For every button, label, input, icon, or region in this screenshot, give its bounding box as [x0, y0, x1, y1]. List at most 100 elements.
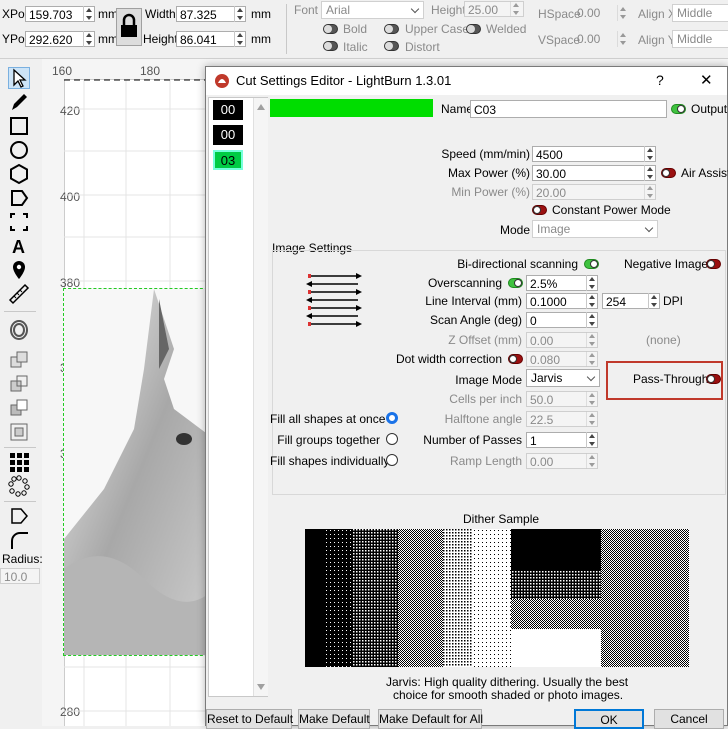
halftone-angle-spinner[interactable]	[586, 411, 598, 427]
negative-image-toggle[interactable]	[706, 259, 721, 269]
make-default-for-all-button[interactable]: Make Default for All	[378, 709, 483, 729]
weld-tool[interactable]	[8, 349, 30, 371]
min-power-field[interactable]: 20.00	[532, 184, 656, 200]
height-unit: mm	[251, 32, 271, 46]
distort-toggle[interactable]	[384, 41, 399, 51]
lock-aspect-button[interactable]	[116, 8, 142, 46]
dither-sample-title: Dither Sample	[463, 512, 540, 526]
close-button[interactable]: ✕	[700, 71, 713, 89]
alignx-select[interactable]: Middle	[672, 4, 728, 22]
dpi-spinner[interactable]	[648, 293, 660, 309]
draw-lines-tool[interactable]	[8, 91, 30, 113]
z-offset-spinner[interactable]	[586, 332, 598, 348]
layer-item-00-a[interactable]: 00	[213, 100, 243, 120]
negative-image-label: Negative Image	[624, 257, 709, 271]
image-mode-select[interactable]: Jarvis	[526, 369, 600, 387]
dot-width-toggle[interactable]	[508, 354, 523, 364]
ramp-length-label: Ramp Length	[449, 454, 522, 468]
passes-spinner[interactable]	[586, 432, 598, 448]
cells-per-inch-spinner[interactable]	[586, 391, 598, 407]
position-laser-tool[interactable]	[8, 211, 30, 233]
corner-bracket-icon	[10, 213, 28, 231]
min-power-spinner[interactable]	[644, 184, 656, 200]
fill-all-radio[interactable]	[386, 412, 398, 424]
radius-field[interactable]: 10.0	[0, 568, 40, 584]
hspace-spinner[interactable]	[617, 5, 629, 21]
air-assist-toggle[interactable]	[661, 168, 676, 178]
layer-item-00-b[interactable]: 00	[213, 125, 243, 145]
speed-field[interactable]: 4500	[532, 146, 656, 162]
line-interval-spinner[interactable]	[586, 293, 598, 309]
rectangle-tool[interactable]	[8, 115, 30, 137]
aligny-select[interactable]: Middle	[672, 30, 728, 48]
layer-item-03[interactable]: 03	[213, 150, 243, 170]
fill-groups-radio[interactable]	[386, 433, 398, 445]
max-power-field[interactable]: 30.00	[532, 165, 656, 181]
output-toggle[interactable]	[671, 104, 686, 114]
mode-select[interactable]: Image	[532, 220, 658, 238]
layer-list-scrollbar[interactable]	[253, 98, 268, 696]
text-a-icon: A	[12, 237, 25, 257]
italic-toggle[interactable]	[323, 41, 338, 51]
dot-width-spinner[interactable]	[586, 351, 598, 367]
subtract-tool[interactable]	[8, 397, 30, 419]
ellipse-tool[interactable]	[8, 139, 30, 161]
scan-angle-spinner[interactable]	[586, 312, 598, 328]
xpos-spinner[interactable]	[83, 6, 95, 22]
bold-toggle[interactable]	[323, 24, 338, 34]
ramp-length-spinner[interactable]	[586, 453, 598, 469]
italic-label: Italic	[343, 40, 368, 54]
edit-corners-tool[interactable]	[8, 505, 30, 527]
speed-spinner[interactable]	[644, 146, 656, 162]
intersect-shapes-icon	[10, 423, 28, 441]
grid-array-tool[interactable]	[8, 451, 30, 473]
max-power-label: Max Power (%)	[447, 166, 530, 180]
edit-nodes-tool[interactable]	[8, 187, 30, 209]
union-tool[interactable]	[8, 373, 30, 395]
circular-array-tool[interactable]	[8, 475, 30, 497]
dither-description-line2: choice for smooth shaded or photo images…	[393, 688, 624, 702]
width-spinner[interactable]	[234, 6, 246, 22]
vspace-spinner[interactable]	[617, 31, 629, 47]
select-tool[interactable]	[8, 67, 30, 89]
text-tool[interactable]: A	[8, 235, 30, 257]
polygon-tool[interactable]	[8, 163, 30, 185]
dot-width-label: Dot width correction	[395, 352, 502, 366]
cancel-button[interactable]: Cancel	[654, 709, 724, 729]
max-power-spinner[interactable]	[644, 165, 656, 181]
scroll-up-arrow-icon[interactable]	[257, 104, 265, 110]
pin-tool[interactable]	[8, 259, 30, 281]
canvas-image[interactable]	[63, 288, 213, 656]
scan-direction-icon	[306, 273, 362, 327]
hexagon-icon	[10, 163, 28, 185]
weld-shapes-icon	[10, 351, 28, 368]
help-button[interactable]: ?	[656, 72, 664, 88]
dialog-titlebar: Cut Settings Editor - LightBurn 1.3.01 ?…	[206, 67, 727, 95]
left-ruler	[42, 79, 65, 726]
ok-button[interactable]: OK	[574, 709, 644, 729]
welded-toggle[interactable]	[466, 24, 481, 34]
offset-tool[interactable]	[8, 319, 30, 341]
bidir-toggle[interactable]	[584, 259, 599, 269]
name-field[interactable]: C03	[470, 100, 667, 118]
ypos-spinner[interactable]	[83, 31, 95, 47]
scroll-down-arrow-icon[interactable]	[257, 684, 265, 690]
pass-through-toggle[interactable]	[706, 374, 721, 384]
toolbar-separator	[286, 4, 287, 54]
intersect-tool[interactable]	[8, 421, 30, 443]
make-default-button[interactable]: Make Default	[298, 709, 370, 729]
overscan-toggle[interactable]	[508, 278, 523, 288]
reset-to-default-button[interactable]: Reset to Default	[206, 709, 293, 729]
layer-color-swatch[interactable]	[270, 99, 433, 117]
constant-power-toggle[interactable]	[532, 205, 547, 215]
speed-label: Speed (mm/min)	[441, 147, 530, 161]
left-toolbar-separator	[4, 311, 36, 312]
upper-case-toggle[interactable]	[384, 24, 399, 34]
font-height-spinner[interactable]	[510, 1, 522, 17]
measure-tool[interactable]	[8, 283, 30, 305]
fillet-tool[interactable]	[8, 529, 30, 551]
fill-individual-radio[interactable]	[386, 454, 398, 466]
height-spinner[interactable]	[234, 31, 246, 47]
overscan-spinner[interactable]	[586, 275, 598, 291]
font-select[interactable]: Arial	[321, 1, 424, 19]
